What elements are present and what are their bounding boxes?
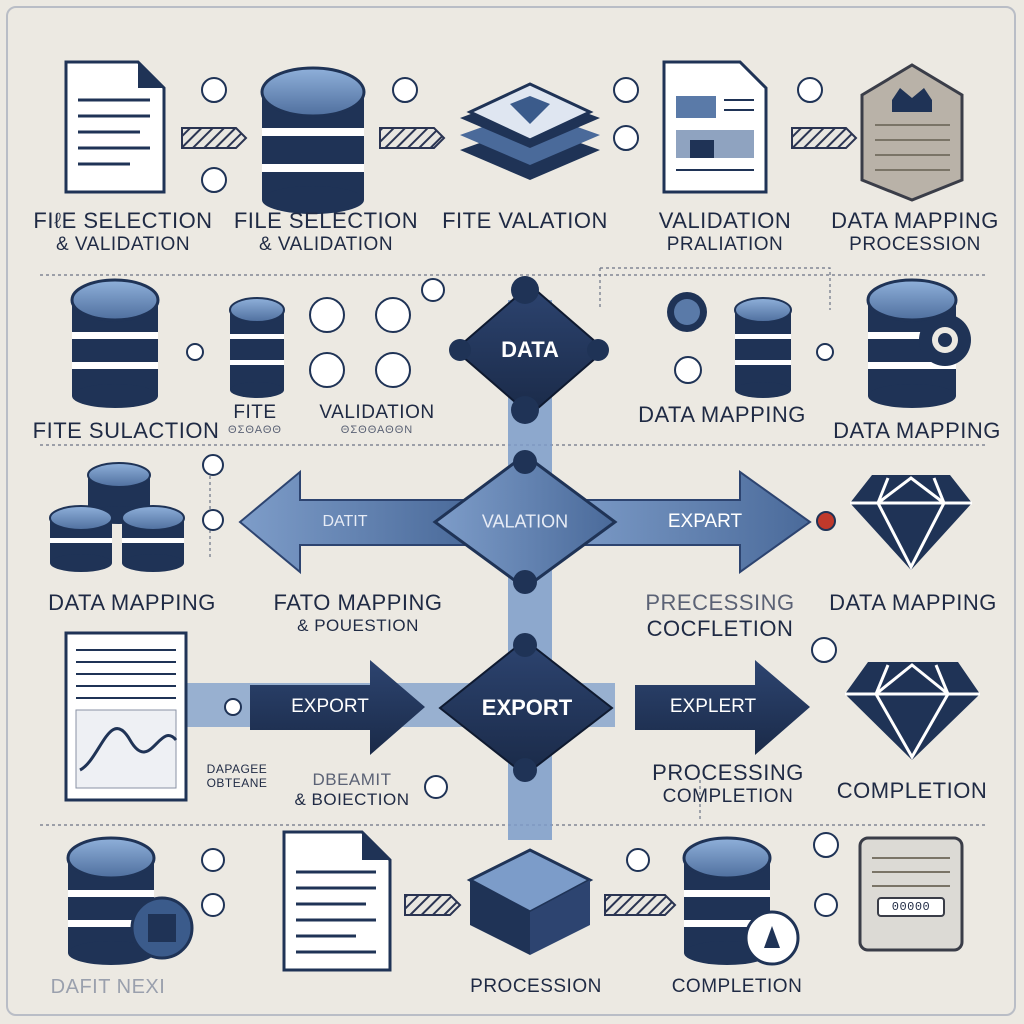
diamond-gem-icon: [845, 662, 980, 761]
right-arrow-label: EXPART: [667, 511, 743, 532]
row3-label-3: PRECESSING COCFLETION: [645, 590, 795, 641]
layers-icon: [460, 82, 600, 180]
document-icon: [64, 60, 166, 194]
report-icon: [662, 60, 768, 194]
server-icon: [858, 836, 964, 952]
diamond-validation-label: VALATION: [481, 511, 569, 532]
row4-label-3: PROCESSING COMPLETION: [652, 760, 804, 807]
left-arrow-label: DATIT: [322, 513, 368, 530]
export-arrow-left-label: EXPORT: [291, 696, 369, 717]
row1-label-5: DATA MAPPING PROCESSION: [831, 208, 999, 255]
database-icon: [66, 836, 194, 965]
row2-label-4: DATA MAPPING: [638, 402, 806, 427]
spreadsheet-icon: [64, 631, 188, 802]
database-icon: [70, 278, 160, 408]
diamond-data-label: DATA: [501, 337, 559, 362]
status-dot: [816, 511, 836, 531]
row1-label-2: FILE SELECTION & VALIDATION: [233, 208, 419, 255]
row2-label-1: FITE SULACTION: [32, 418, 220, 443]
row5-label-3: COMPLETION: [671, 976, 803, 997]
server-code: 00000: [891, 900, 931, 914]
row5-label-2: PROCESSION: [470, 976, 602, 997]
diamond-export-label: EXPORT: [481, 695, 573, 720]
row3-label-2: FATO MAPPING & POUESTION: [273, 590, 443, 635]
row1-label-1: FIℓE SELECTION & VALIDATION: [33, 208, 213, 255]
database-icon: [682, 836, 800, 966]
row5-label-1: DAFIT NEXI: [50, 976, 166, 998]
row2-label-2: FITE ΘΣΘΑΘΘ: [228, 402, 282, 436]
export-arrow-right-label: EXPLERT: [669, 696, 757, 717]
row3-label-4: DATA MAPPING: [829, 590, 997, 615]
database-icon: [260, 66, 366, 214]
stack-icon: [229, 297, 285, 398]
row4-label-1: DAPAGEE OBTEANE: [206, 762, 268, 790]
crown-shield-icon: [860, 63, 964, 202]
row4-label-2: DBEAMIT & BOIECTION: [294, 770, 410, 809]
row2-label-5: DATA MAPPING: [833, 418, 1001, 443]
row1-label-4: VALIDATION PRALIATION: [658, 208, 792, 255]
row4-label-4: COMPLETION: [836, 778, 988, 803]
database-cluster-icon: [49, 462, 185, 572]
row1-label-3: FITE VALATION: [442, 208, 608, 233]
row2-label-3: VALIDATION ΘΣΘΘΑΘΘΝ: [319, 402, 435, 436]
document-icon: [282, 830, 392, 972]
diamond-gem-icon: [850, 475, 972, 571]
row3-label-1: DATA MAPPING: [48, 590, 216, 615]
gear-icon: [919, 314, 971, 366]
box-icon: [466, 848, 594, 955]
